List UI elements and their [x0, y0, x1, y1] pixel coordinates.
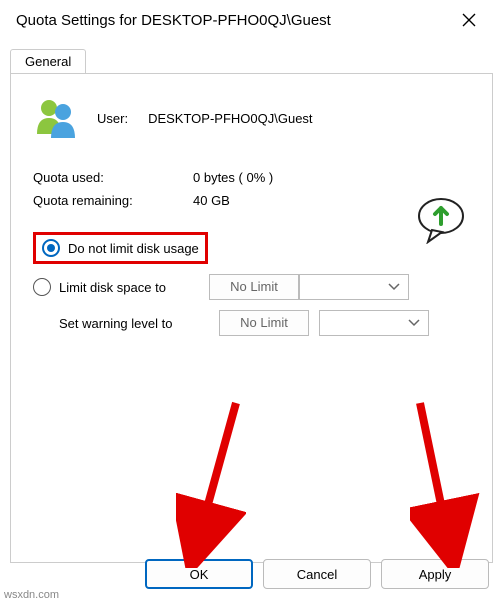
dialog-buttons: OK Cancel Apply [145, 559, 489, 589]
chevron-down-icon [388, 283, 400, 291]
chevron-down-icon [408, 319, 420, 327]
quota-remaining-value: 40 GB [193, 193, 230, 208]
titlebar: Quota Settings for DESKTOP-PFHO0QJ\Guest [0, 0, 503, 40]
close-icon [462, 13, 476, 27]
radio-limit-label: Limit disk space to [59, 280, 209, 295]
watermark: wsxdn.com [4, 589, 59, 601]
limit-value-input[interactable]: No Limit [209, 274, 299, 300]
warning-value-input[interactable]: No Limit [219, 310, 309, 336]
annotation-highlight: Do not limit disk usage [33, 232, 208, 264]
apply-button[interactable]: Apply [381, 559, 489, 589]
quota-remaining-label: Quota remaining: [33, 193, 193, 208]
radio-no-limit-label: Do not limit disk usage [68, 241, 199, 256]
option-limit-row: Limit disk space to No Limit [33, 274, 470, 300]
tab-panel-general: User: DESKTOP-PFHO0QJ\Guest Quota used: … [10, 73, 493, 563]
balloon-icon [414, 196, 468, 247]
ok-button[interactable]: OK [145, 559, 253, 589]
warning-unit-combo[interactable] [319, 310, 429, 336]
quota-remaining-row: Quota remaining: 40 GB [33, 193, 470, 208]
close-button[interactable] [447, 4, 491, 36]
user-value: DESKTOP-PFHO0QJ\Guest [148, 111, 312, 126]
users-icon [33, 96, 81, 140]
radio-limit[interactable] [33, 278, 51, 296]
radio-no-limit[interactable] [42, 239, 60, 257]
radio-group: Do not limit disk usage Limit disk space… [33, 232, 470, 336]
user-row: User: DESKTOP-PFHO0QJ\Guest [33, 96, 470, 140]
cancel-button[interactable]: Cancel [263, 559, 371, 589]
window-title: Quota Settings for DESKTOP-PFHO0QJ\Guest [16, 12, 447, 29]
quota-used-label: Quota used: [33, 170, 193, 185]
quota-used-row: Quota used: 0 bytes ( 0% ) [33, 170, 470, 185]
quota-used-value: 0 bytes ( 0% ) [193, 170, 273, 185]
tab-general[interactable]: General [10, 49, 86, 74]
option-warning-row: Set warning level to No Limit [59, 310, 470, 336]
option-no-limit-row: Do not limit disk usage [33, 232, 470, 264]
user-label: User: [97, 111, 128, 126]
tabstrip: General [0, 40, 503, 73]
warning-label: Set warning level to [59, 316, 209, 331]
limit-unit-combo[interactable] [299, 274, 409, 300]
